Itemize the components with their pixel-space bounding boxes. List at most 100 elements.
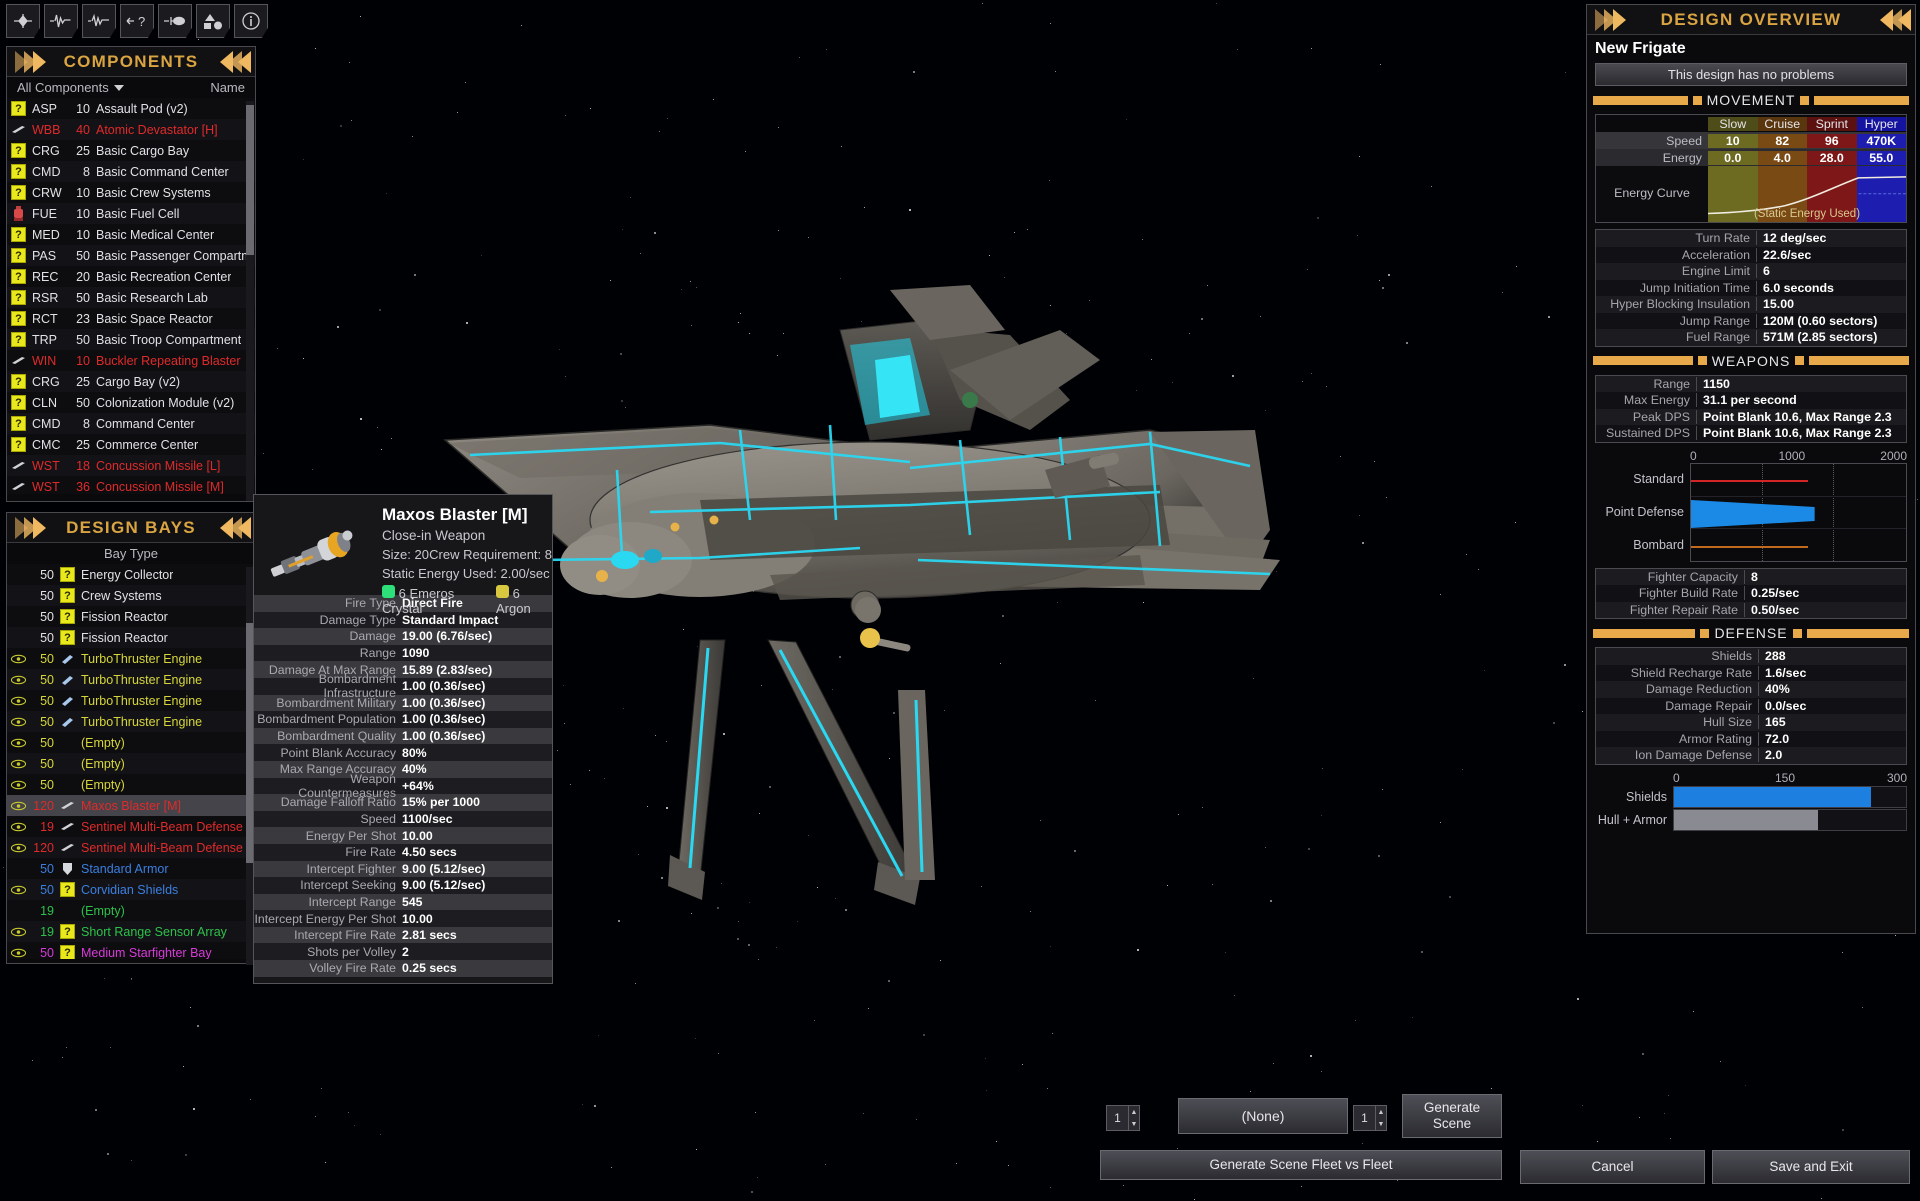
stat-key: Turn Rate	[1596, 231, 1756, 245]
visibility-eye-icon[interactable]	[11, 924, 26, 939]
visibility-eye-icon[interactable]	[11, 882, 26, 897]
bay-row[interactable]: 50 TurboThruster Engine	[7, 648, 255, 669]
stat-key: Jump Range	[1596, 314, 1756, 328]
component-code: REC	[32, 270, 62, 284]
cancel-button[interactable]: Cancel	[1520, 1150, 1705, 1184]
component-code: MED	[32, 228, 62, 242]
component-row[interactable]: ? CLN 50 Colonization Module (v2)	[7, 392, 255, 413]
bay-row[interactable]: 19 (Empty)	[7, 900, 255, 921]
question-arrow-icon[interactable]: ?	[120, 4, 154, 38]
component-row[interactable]: ? CRG 25 Cargo Bay (v2)	[7, 371, 255, 392]
bay-row[interactable]: 120 Sentinel Multi-Beam Defense	[7, 837, 255, 858]
movement-section-header: MOVEMENT	[1593, 92, 1909, 108]
bay-row[interactable]: 50 TurboThruster Engine	[7, 711, 255, 732]
component-row[interactable]: WST 36 Concussion Missile [M]	[7, 476, 255, 494]
visibility-eye-icon[interactable]	[11, 777, 26, 792]
component-row[interactable]: ? RCT 23 Basic Space Reactor	[7, 308, 255, 329]
components-filter-bar[interactable]: All Components Name	[7, 77, 255, 98]
bay-row[interactable]: 50 TurboThruster Engine	[7, 690, 255, 711]
component-row[interactable]: ? MED 10 Basic Medical Center	[7, 224, 255, 245]
component-name: Concussion Missile [L]	[96, 459, 220, 473]
visibility-eye-icon[interactable]	[11, 672, 26, 687]
component-size: 20	[68, 270, 90, 284]
components-sort-label[interactable]: Name	[210, 80, 245, 95]
component-row[interactable]: ? ASP 10 Assault Pod (v2)	[7, 98, 255, 119]
component-row[interactable]: ? CRG 25 Basic Cargo Bay	[7, 140, 255, 161]
visibility-eye-icon[interactable]	[11, 819, 26, 834]
save-and-exit-button[interactable]: Save and Exit	[1712, 1150, 1910, 1184]
component-row[interactable]: ? CMD 8 Command Center	[7, 413, 255, 434]
generate-scene-button[interactable]: Generate Scene	[1402, 1094, 1502, 1138]
bay-row[interactable]: 50? Fission Reactor	[7, 606, 255, 627]
components-list[interactable]: ? ASP 10 Assault Pod (v2) WBB 40 Atomic Devast…	[7, 98, 255, 494]
bay-row[interactable]: 50? Corvidian Shields	[7, 879, 255, 900]
component-row[interactable]: ? REC 20 Basic Recreation Center	[7, 266, 255, 287]
component-row[interactable]: ? TRP 50 Basic Troop Compartment	[7, 329, 255, 350]
component-row[interactable]: ? CRW 10 Basic Crew Systems	[7, 182, 255, 203]
generate-scene-fleet-button[interactable]: Generate Scene Fleet vs Fleet	[1100, 1150, 1502, 1180]
info-icon[interactable]	[234, 4, 268, 38]
component-row[interactable]: ? CMC 25 Commerce Center	[7, 434, 255, 455]
bay-row[interactable]: 50? Medium Starfighter Bay	[7, 942, 255, 959]
spinner-down-icon[interactable]: ▼	[1376, 1118, 1386, 1130]
component-row[interactable]: ? RSR 50 Basic Research Lab	[7, 287, 255, 308]
visibility-eye-icon[interactable]	[11, 756, 26, 771]
bay-row[interactable]: 50 TurboThruster Engine	[7, 669, 255, 690]
components-filter-dropdown[interactable]: All Components	[17, 80, 124, 95]
static-energy-note: (Static Energy Used)	[1708, 208, 1906, 220]
spinner-down-icon[interactable]: ▼	[1129, 1118, 1139, 1130]
bay-row[interactable]: 50 (Empty)	[7, 753, 255, 774]
bay-row[interactable]: 50? Crew Systems	[7, 585, 255, 606]
bay-row[interactable]: 120 Maxos Blaster [M]	[7, 795, 255, 816]
scene-dropdown[interactable]: (None)	[1178, 1098, 1348, 1134]
shapes-icon[interactable]	[196, 4, 230, 38]
tooltip-subtitle: Close-in Weapon	[382, 528, 485, 543]
stat-value: 0.25/sec	[1744, 586, 1906, 600]
visibility-eye-icon[interactable]	[11, 840, 26, 855]
top-toolbar[interactable]: ?	[6, 4, 268, 38]
bay-row[interactable]: 50? Fission Reactor	[7, 627, 255, 648]
bay-row[interactable]: 50 (Empty)	[7, 732, 255, 753]
component-row[interactable]: ? PAS 50 Basic Passenger Compartment	[7, 245, 255, 266]
components-scrollbar-thumb[interactable]	[246, 105, 254, 255]
target-icon[interactable]	[6, 4, 40, 38]
component-row[interactable]: WIN 10 Buckler Repeating Blaster	[7, 350, 255, 371]
bay-row[interactable]: 19 Sentinel Multi-Beam Defense	[7, 816, 255, 837]
visibility-eye-icon[interactable]	[11, 735, 26, 750]
bay-name: Fission Reactor	[81, 610, 168, 624]
bay-size: 19	[32, 925, 54, 939]
stat-value: 31.1 per second	[1696, 393, 1906, 407]
component-row[interactable]: WST 18 Concussion Missile [L]	[7, 455, 255, 476]
stat-key: Energy Per Shot	[254, 829, 402, 843]
stat-value: 1100/sec	[402, 812, 453, 826]
scene-left-spinner[interactable]: 1 ▲ ▼	[1106, 1105, 1140, 1131]
spinner-up-icon[interactable]: ▲	[1129, 1106, 1139, 1118]
visibility-eye-icon[interactable]	[11, 693, 26, 708]
component-row[interactable]: FUE 10 Basic Fuel Cell	[7, 203, 255, 224]
stat-value: 0.50/sec	[1744, 603, 1906, 617]
bays-column-header: Bay Type	[7, 543, 255, 564]
tooltip-stat-row: Intercept Range 545	[254, 894, 552, 911]
visibility-eye-icon[interactable]	[11, 945, 26, 959]
bay-row[interactable]: 50 (Empty)	[7, 774, 255, 795]
visibility-eye-icon[interactable]	[11, 714, 26, 729]
stat-value: 9.00 (5.12/sec)	[402, 862, 485, 876]
visibility-eye-icon[interactable]	[11, 798, 26, 813]
question-badge-icon: ?	[60, 630, 75, 645]
stat-row: Ion Damage Defense 2.0	[1596, 747, 1906, 764]
tooltip-stat-row: Damage 19.00 (6.76/sec)	[254, 628, 552, 645]
bay-row[interactable]: 19? Short Range Sensor Array	[7, 921, 255, 942]
bay-row[interactable]: 50? Energy Collector	[7, 564, 255, 585]
stat-key: Shots per Volley	[254, 945, 402, 959]
scene-right-spinner[interactable]: 1 ▲ ▼	[1353, 1105, 1387, 1131]
component-name: Cargo Bay (v2)	[96, 375, 180, 389]
component-row[interactable]: WBB 40 Atomic Devastator [H]	[7, 119, 255, 140]
component-row[interactable]: ? CMD 8 Basic Command Center	[7, 161, 255, 182]
bay-row[interactable]: 50 Standard Armor	[7, 858, 255, 879]
visibility-eye-icon[interactable]	[11, 651, 26, 666]
design-bays-list[interactable]: 50? Energy Collector 50? Crew Systems 50? Fis…	[7, 564, 255, 959]
planet-icon[interactable]	[158, 4, 192, 38]
spinner-up-icon[interactable]: ▲	[1376, 1106, 1386, 1118]
waveform-icon[interactable]	[44, 4, 78, 38]
waveform-alt-icon[interactable]	[82, 4, 116, 38]
